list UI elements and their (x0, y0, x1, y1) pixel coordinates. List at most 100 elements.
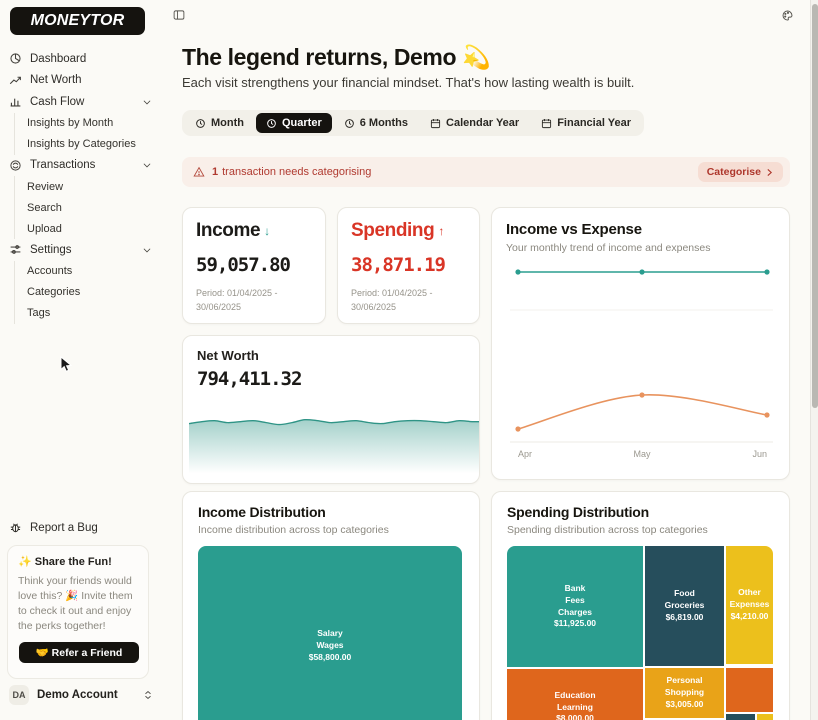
page-scrollbar[interactable] (810, 0, 818, 720)
income-distribution-title: Income Distribution (198, 504, 464, 520)
sidebar-nav: Dashboard Net Worth Cash Flow Insights b… (0, 48, 162, 324)
sidebar: MONEYTOR Dashboard Net Worth Cash Flow I… (0, 0, 162, 720)
calendar-icon (430, 118, 441, 129)
main-content: The legend returns, Demo 💫 Each visit st… (162, 0, 810, 720)
tab-quarter[interactable]: Quarter (256, 113, 332, 133)
calendar-icon (541, 118, 552, 129)
net-worth-card[interactable]: Net Worth 794,411.32 (182, 335, 480, 484)
sidebar-item-review[interactable]: Review (27, 176, 162, 197)
treemap-block[interactable] (757, 714, 773, 720)
sidebar-item-dashboard[interactable]: Dashboard (0, 48, 162, 70)
settings-subgroup: Accounts Categories Tags (14, 261, 162, 324)
sidebar-item-label: Cash Flow (30, 96, 84, 108)
svg-text:Jun: Jun (752, 449, 767, 459)
page-title: The legend returns, Demo 💫 (182, 44, 490, 71)
alert-message-text: transaction needs categorising (222, 166, 371, 178)
app-logo[interactable]: MONEYTOR (10, 7, 145, 35)
transactions-subgroup: Review Search Upload (14, 176, 162, 239)
treemap-block[interactable] (726, 668, 773, 712)
treemap-block-label: Education Learning $8,000.00 (554, 690, 595, 720)
sidebar-item-categories[interactable]: Categories (27, 282, 162, 303)
income-distribution-treemap: Salary Wages $58,800.00 (198, 546, 462, 720)
sub-item-label: Insights by Categories (27, 138, 136, 150)
sidebar-item-label: Settings (30, 244, 72, 256)
page-subtitle: Each visit strengthens your financial mi… (182, 75, 634, 90)
report-a-bug-button[interactable]: Report a Bug (9, 521, 98, 534)
spending-value: 38,871.19 (351, 254, 466, 276)
treemap-block-label: Other Expenses $4,210.00 (730, 587, 770, 623)
sidebar-item-cash-flow[interactable]: Cash Flow (0, 91, 162, 113)
treemap-block-label: Food Groceries $6,819.00 (665, 588, 705, 624)
treemap-block[interactable]: Personal Shopping $3,005.00 (645, 668, 724, 718)
sidebar-item-accounts[interactable]: Accounts (27, 261, 162, 282)
sidebar-item-tags[interactable]: Tags (27, 303, 162, 324)
sub-item-label: Insights by Month (27, 117, 113, 129)
arrow-down-icon: ↓ (264, 224, 270, 238)
sub-item-label: Categories (27, 286, 80, 298)
clock-icon (344, 118, 355, 129)
categorise-alert-banner: 1 transaction needs categorising Categori… (182, 157, 790, 187)
alert-message: 1 transaction needs categorising (212, 166, 371, 178)
tab-month[interactable]: Month (185, 113, 254, 133)
avatar: DA (9, 685, 29, 705)
spending-title-label: Spending (351, 220, 434, 242)
categorise-button[interactable]: Categorise (698, 162, 783, 182)
sidebar-item-insights-by-month[interactable]: Insights by Month (27, 113, 162, 134)
tab-label: Month (211, 117, 244, 129)
sidebar-toggle-icon[interactable] (173, 9, 185, 21)
net-worth-title: Net Worth (197, 348, 465, 363)
tab-label: Financial Year (557, 117, 631, 129)
net-worth-sparkline-chart (189, 410, 480, 478)
chevron-down-icon (142, 97, 152, 107)
income-card-title: Income ↓ (196, 220, 312, 242)
tab-calendar-year[interactable]: Calendar Year (420, 113, 529, 133)
sidebar-item-net-worth[interactable]: Net Worth (0, 70, 162, 92)
share-card-title: ✨ Share the Fun! (18, 555, 138, 568)
cash-flow-subgroup: Insights by Month Insights by Categories (14, 113, 162, 155)
spending-distribution-subtitle: Spending distribution across top categor… (507, 524, 774, 536)
treemap-block[interactable]: Other Expenses $4,210.00 (726, 546, 773, 664)
net-worth-value: 794,411.32 (197, 368, 465, 390)
chevron-right-icon (765, 168, 774, 177)
income-vs-expense-chart[interactable]: Apr May Jun (506, 264, 777, 461)
bug-icon (9, 521, 22, 534)
treemap-block[interactable]: Salary Wages $58,800.00 (198, 546, 462, 720)
sidebar-item-search[interactable]: Search (27, 197, 162, 218)
sidebar-item-settings[interactable]: Settings (0, 239, 162, 261)
income-vs-expense-card: Income vs Expense Your monthly trend of … (491, 207, 790, 480)
treemap-block[interactable]: Education Learning $8,000.00 (507, 669, 643, 720)
treemap-block[interactable]: Food Groceries $6,819.00 (645, 546, 724, 666)
sidebar-item-insights-by-categories[interactable]: Insights by Categories (27, 134, 162, 155)
spending-distribution-title: Spending Distribution (507, 504, 774, 520)
transactions-icon (9, 159, 22, 172)
chevron-down-icon (142, 160, 152, 170)
trend-icon (9, 74, 22, 87)
account-switcher[interactable]: DA Demo Account (9, 684, 153, 706)
report-a-bug-label: Report a Bug (30, 522, 98, 534)
treemap-block[interactable] (726, 714, 755, 720)
sidebar-item-upload[interactable]: Upload (27, 218, 162, 239)
refer-a-friend-button[interactable]: 🤝 Refer a Friend (19, 642, 139, 663)
svg-text:May: May (633, 449, 651, 459)
tab-6-months[interactable]: 6 Months (334, 113, 418, 133)
svg-text:Apr: Apr (518, 449, 532, 459)
sub-item-label: Tags (27, 307, 50, 319)
sidebar-item-label: Net Worth (30, 74, 82, 86)
tab-financial-year[interactable]: Financial Year (531, 113, 641, 133)
scrollbar-thumb[interactable] (812, 4, 818, 408)
account-name: Demo Account (37, 689, 118, 701)
period-tabs: Month Quarter 6 Months Calendar Year Fin… (182, 110, 644, 136)
share-card: ✨ Share the Fun! Think your friends woul… (7, 545, 149, 679)
arrow-up-icon: ↑ (438, 224, 444, 238)
alert-count: 1 (212, 166, 218, 178)
treemap-block[interactable]: Bank Fees Charges $11,925.00 (507, 546, 643, 667)
spending-card[interactable]: Spending ↑ 38,871.19 Period: 01/04/2025 … (337, 207, 480, 324)
sub-item-label: Review (27, 181, 63, 193)
income-title-label: Income (196, 220, 260, 242)
categorise-button-label: Categorise (707, 166, 761, 178)
tab-label: Calendar Year (446, 117, 519, 129)
sidebar-item-transactions[interactable]: Transactions (0, 155, 162, 177)
income-card[interactable]: Income ↓ 59,057.80 Period: 01/04/2025 - … (182, 207, 326, 324)
warning-icon (193, 166, 205, 178)
theme-palette-icon[interactable] (781, 9, 794, 22)
